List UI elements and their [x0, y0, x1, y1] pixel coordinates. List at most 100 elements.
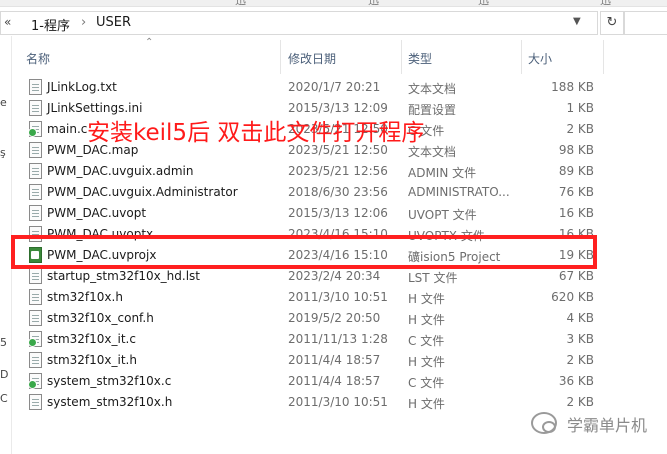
nav-pane-fragment: ş	[0, 146, 6, 159]
column-header-type[interactable]: 类型	[408, 50, 432, 67]
h-file-icon	[29, 352, 42, 368]
file-row[interactable]: PWM_DAC.uvguix.admin 2023/5/21 12:56 ADMIN…	[13, 161, 667, 182]
file-type: ADMIN 文件	[408, 166, 477, 180]
top-strip-fragment: 迅	[478, 0, 489, 7]
column-header: ⌃ 名称 修改日期 类型 大小	[13, 37, 667, 74]
text-file-icon	[29, 79, 42, 95]
settings-file-icon	[29, 100, 42, 116]
file-type: C 文件	[408, 334, 445, 348]
generic-file-icon	[29, 268, 42, 284]
column-divider[interactable]	[401, 40, 402, 74]
column-divider[interactable]	[280, 40, 281, 74]
file-type: ADMINISTRATO...	[408, 185, 510, 199]
annotation-text: 安装keil5后 双击此文件打开程序	[87, 120, 425, 146]
file-row[interactable]: system_stm32f10x.c 2011/4/4 18:57 C 文件 36 K…	[13, 371, 667, 392]
file-type: LST 文件	[408, 271, 458, 285]
column-divider[interactable]	[521, 40, 522, 74]
highlight-box	[11, 235, 597, 269]
file-name: system_stm32f10x.h	[47, 395, 173, 409]
wechat-icon	[531, 412, 557, 434]
file-modified-date: 2015/3/13 12:06	[288, 206, 388, 220]
file-row[interactable]: JLinkLog.txt 2020/1/7 20:21 文本文档 188 KB	[13, 77, 667, 98]
file-size: 16 KB	[558, 206, 594, 220]
refresh-icon[interactable]: ↻	[600, 11, 624, 35]
file-modified-date: 2023/5/21 12:56	[288, 164, 388, 178]
file-size: 1 KB	[566, 101, 594, 115]
file-name: stm32f10x_it.c	[47, 332, 136, 346]
file-type: UVOPT 文件	[408, 208, 477, 222]
file-modified-date: 2011/11/13 1:28	[288, 332, 388, 346]
file-name: PWM_DAC.uvguix.admin	[47, 164, 194, 178]
file-size: 2 KB	[566, 395, 594, 409]
c-file-icon	[28, 121, 42, 137]
file-size: 76 KB	[558, 185, 594, 199]
file-name: stm32f10x_conf.h	[47, 311, 154, 325]
file-name: system_stm32f10x.c	[47, 374, 172, 388]
file-row[interactable]: stm32f10x_conf.h 2019/5/2 20:50 H 文件 4 KB	[13, 308, 667, 329]
file-name: PWM_DAC.uvguix.Administrator	[47, 185, 238, 199]
window-top-strip: 迅 迅 迅 迅	[0, 0, 667, 7]
overflow-chevron-icon[interactable]: «	[4, 15, 11, 29]
file-type: H 文件	[408, 355, 445, 369]
file-name: PWM_DAC.uvopt	[47, 206, 147, 220]
generic-file-icon	[29, 205, 42, 221]
generic-file-icon	[29, 184, 42, 200]
file-size: 620 KB	[551, 290, 594, 304]
file-modified-date: 2011/4/4 18:57	[288, 353, 381, 367]
h-file-icon	[29, 394, 42, 410]
file-size: 98 KB	[558, 143, 594, 157]
file-size: 188 KB	[551, 80, 594, 94]
file-size: 36 KB	[558, 374, 594, 388]
file-type: C 文件	[408, 376, 445, 390]
file-row[interactable]: stm32f10x_it.h 2011/4/4 18:57 H 文件 2 KB	[13, 350, 667, 371]
file-modified-date: 2019/5/2 20:50	[288, 311, 381, 325]
breadcrumb-folder[interactable]: 1-程序	[31, 15, 70, 34]
file-size: 2 KB	[566, 353, 594, 367]
file-size: 4 KB	[566, 311, 594, 325]
address-bar[interactable]: « 1-程序 › USER ▼	[0, 11, 598, 35]
file-row[interactable]: stm32f10x_it.c 2011/11/13 1:28 C 文件 3 KB	[13, 329, 667, 350]
file-size: 2 KB	[566, 122, 594, 136]
file-type: H 文件	[408, 313, 445, 327]
nav-pane-fragment: e	[0, 96, 7, 109]
file-type: H 文件	[408, 292, 445, 306]
file-modified-date: 2018/6/30 23:56	[288, 185, 388, 199]
watermark-text: 学霸单片机	[567, 416, 648, 435]
file-name: stm32f10x.h	[47, 290, 123, 304]
search-box[interactable]	[624, 11, 667, 35]
breadcrumb-separator-icon[interactable]: ›	[81, 15, 86, 30]
file-row[interactable]: PWM_DAC.uvopt 2015/3/13 12:06 UVOPT 文件 16 K…	[13, 203, 667, 224]
text-file-icon	[29, 142, 42, 158]
file-row[interactable]: stm32f10x.h 2011/3/10 10:51 H 文件 620 KB	[13, 287, 667, 308]
top-strip-fragment: 迅	[368, 0, 379, 7]
file-size: 67 KB	[558, 269, 594, 283]
nav-pane-fragment: C	[0, 392, 8, 405]
file-type: H 文件	[408, 397, 445, 411]
h-file-icon	[29, 310, 42, 326]
address-bar-row: « 1-程序 › USER ▼ ↻	[0, 11, 667, 35]
top-strip-fragment: 迅	[235, 0, 246, 7]
file-name: startup_stm32f10x_hd.lst	[47, 269, 201, 283]
column-header-size[interactable]: 大小	[528, 50, 552, 67]
file-modified-date: 2020/1/7 20:21	[288, 80, 381, 94]
address-dropdown-icon[interactable]: ▼	[573, 16, 581, 27]
sort-ascending-icon: ⌃	[145, 37, 154, 48]
file-name: JLinkLog.txt	[47, 80, 117, 94]
column-header-name[interactable]: 名称	[26, 50, 50, 67]
file-size: 89 KB	[558, 164, 594, 178]
column-header-modified[interactable]: 修改日期	[288, 50, 336, 67]
file-modified-date: 2011/3/10 10:51	[288, 290, 388, 304]
c-file-icon	[28, 373, 42, 389]
generic-file-icon	[29, 163, 42, 179]
file-name: stm32f10x_it.h	[47, 353, 137, 367]
column-divider[interactable]	[603, 40, 604, 74]
file-row[interactable]: startup_stm32f10x_hd.lst 2023/2/4 20:34 LS…	[13, 266, 667, 287]
nav-pane-fragment: D	[0, 368, 9, 381]
nav-pane-fragment: 5	[0, 336, 7, 349]
breadcrumb-current-folder[interactable]: USER	[96, 15, 131, 30]
h-file-icon	[29, 289, 42, 305]
watermark: 学霸单片机	[531, 410, 667, 440]
file-modified-date: 2011/3/10 10:51	[288, 395, 388, 409]
file-size: 3 KB	[566, 332, 594, 346]
file-row[interactable]: PWM_DAC.uvguix.Administrator 2018/6/30 23…	[13, 182, 667, 203]
